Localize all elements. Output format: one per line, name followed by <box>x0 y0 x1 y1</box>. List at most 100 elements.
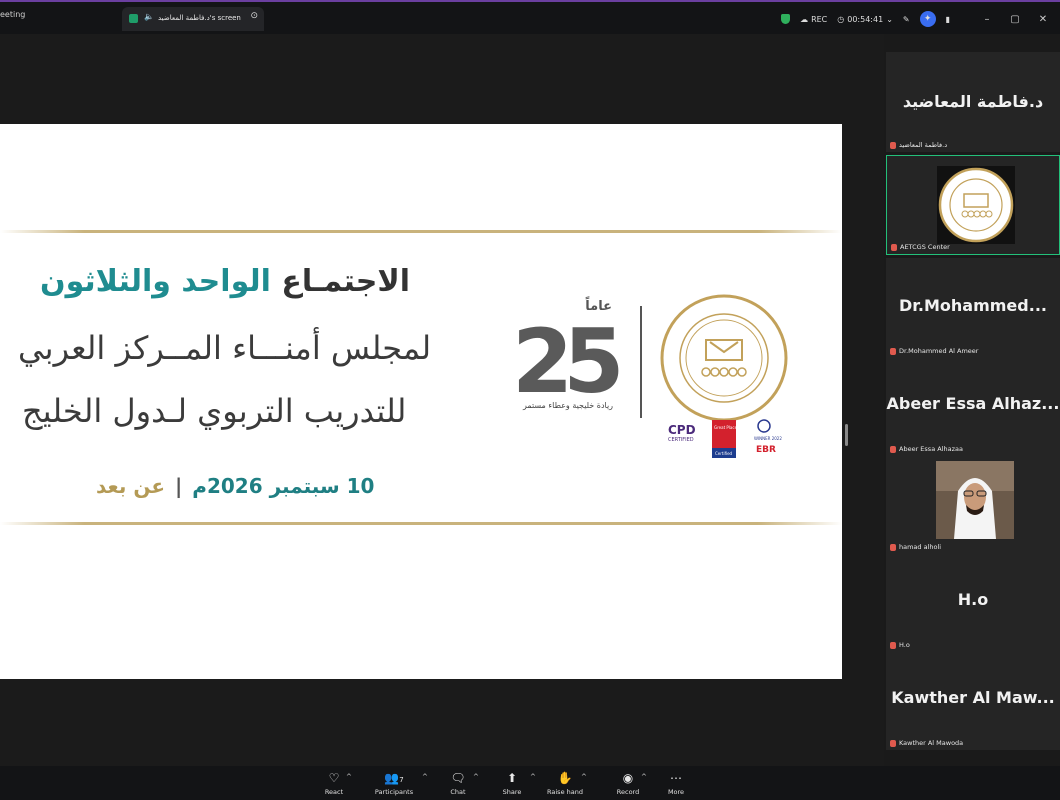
share-icon: ⬆ <box>506 771 518 785</box>
participant-display-name: Abeer Essa Alhaz... <box>886 394 1060 413</box>
resize-handle[interactable] <box>845 424 848 446</box>
participant-gallery: د.فاطمة المعاضيد د.فاطمة المعاضيد AETCGS… <box>884 52 1060 764</box>
slide-title: الاجتمـاع الواحد والثلاثون <box>40 264 410 299</box>
shield-icon[interactable] <box>781 14 791 24</box>
participant-name-tag: Abeer Essa Alhazaa <box>890 445 963 453</box>
record-label: Record <box>616 788 640 796</box>
share-label: Share <box>502 788 522 796</box>
top-divider <box>0 230 842 233</box>
react-button[interactable]: ♡ React <box>304 770 364 796</box>
participant-display-name: H.o <box>957 590 989 609</box>
participant-tile-active[interactable]: AETCGS Center <box>886 155 1060 255</box>
app-icon <box>129 14 138 23</box>
certification-badges: CPD CERTIFIED Great Place To Work. Certi… <box>668 419 782 458</box>
rec-label: REC <box>811 14 828 24</box>
muted-mic-icon <box>890 641 896 649</box>
clock-icon: ◷ <box>837 14 845 24</box>
remote-label: عن بعد <box>96 474 165 498</box>
center-seal-logo <box>660 294 788 422</box>
participant-display-name: د.فاطمة المعاضيد <box>902 92 1044 111</box>
minimize-button[interactable]: – <box>978 14 996 25</box>
participant-tag-label: hamad alholi <box>899 543 942 551</box>
close-button[interactable]: ✕ <box>1034 14 1052 25</box>
tools-icon[interactable]: ✎ <box>903 15 910 24</box>
participant-tile[interactable]: Kawther Al Maw... Kawther Al Mawoda <box>886 650 1060 750</box>
participants-button[interactable]: 👥7 Participants <box>364 770 424 796</box>
ebr-badge: EBR <box>756 445 776 455</box>
participant-tag-label: H.o <box>899 641 910 649</box>
raise-hand-chevron-icon[interactable]: ^ <box>581 773 587 781</box>
participant-video <box>937 166 1015 244</box>
cpd-badge-sub: CERTIFIED <box>668 437 694 443</box>
more-label: More <box>667 788 685 796</box>
title-bar: eeting 🔈 د.فاطمة المعاضيد's screen ⊙ ☁ RE… <box>0 0 1060 34</box>
record-icon: ◉ <box>622 771 634 785</box>
more-options-icon[interactable]: ⊙ <box>250 11 258 21</box>
participant-tile[interactable]: د.فاطمة المعاضيد د.فاطمة المعاضيد <box>886 52 1060 152</box>
winner-badge: WINNER 2022 <box>754 436 782 441</box>
recording-indicator[interactable]: ☁ REC <box>800 15 827 24</box>
muted-mic-icon <box>891 243 897 251</box>
muted-mic-icon <box>890 543 896 551</box>
participant-tag-label: AETCGS Center <box>900 243 950 251</box>
participant-name-tag: Dr.Mohammed Al Ameer <box>890 347 978 355</box>
participant-name-tag: AETCGS Center <box>891 243 950 251</box>
cpd-badge: CPD <box>668 423 696 437</box>
presentation-slide: الاجتمـاع الواحد والثلاثون لمجلس أمنـــا… <box>0 124 842 679</box>
hand-icon: ✋ <box>557 771 573 785</box>
title-part1: الاجتمـاع <box>281 264 411 299</box>
chat-chevron-icon[interactable]: ^ <box>473 773 479 781</box>
meeting-date: 10 سبتمبر 2026م <box>192 474 375 498</box>
shared-screen-area: الاجتمـاع الواحد والثلاثون لمجلس أمنـــا… <box>0 34 884 766</box>
participant-video <box>936 461 1014 539</box>
meeting-timer[interactable]: ◷ 00:54:41 ⌄ <box>837 15 893 24</box>
logo-divider <box>640 306 642 418</box>
chat-label: Chat <box>450 788 466 796</box>
layout-icon[interactable]: ▮ <box>946 15 950 24</box>
muted-mic-icon <box>890 739 896 747</box>
screen-share-tab[interactable]: 🔈 د.فاطمة المعاضيد's screen ⊙ <box>122 7 264 31</box>
maximize-button[interactable]: ▢ <box>1006 14 1024 25</box>
participant-tag-label: Dr.Mohammed Al Ameer <box>899 347 979 355</box>
participant-display-name: Kawther Al Maw... <box>891 688 1055 707</box>
slide-date-line: 10 سبتمبر 2026م | عن بعد <box>96 474 374 498</box>
slide-line3: للتدريب التربوي لـدول الخليج <box>22 392 407 430</box>
date-separator: | <box>174 474 183 498</box>
more-icon: ⋯ <box>670 771 682 785</box>
winner-badge-emblem <box>757 419 771 433</box>
slide-line2: لمجلس أمنـــاء المــركز العربي <box>18 329 432 367</box>
meeting-tab[interactable]: eeting <box>0 10 25 19</box>
chat-button[interactable]: 🗨 Chat <box>428 770 488 796</box>
more-button[interactable]: ⋯ More <box>646 770 706 796</box>
participants-icon: 👥7 <box>384 771 404 785</box>
anniversary-logo: عاماً 25 ريادة خليجية وعطاء مستمر <box>512 296 628 412</box>
ai-companion-icon[interactable]: ✦ <box>919 11 936 27</box>
participants-label: Participants <box>374 788 414 796</box>
anniversary-number: 25 <box>512 310 619 412</box>
participant-display-name: Dr.Mohammed... <box>899 296 1047 315</box>
cloud-icon: ☁ <box>800 14 809 24</box>
participants-count: 7 <box>399 776 404 784</box>
chat-icon: 🗨 <box>450 771 466 785</box>
participant-tag-label: Kawther Al Mawoda <box>899 739 964 747</box>
participant-tile[interactable]: Dr.Mohammed... Dr.Mohammed Al Ameer <box>886 258 1060 358</box>
muted-mic-icon <box>890 445 896 453</box>
participant-tile[interactable]: Abeer Essa Alhaz... Abeer Essa Alhazaa <box>886 356 1060 456</box>
participant-tile[interactable]: hamad alholi <box>886 454 1060 554</box>
chevron-down-icon: ⌄ <box>886 14 893 24</box>
title-highlight: الواحد والثلاثون <box>40 264 271 299</box>
meeting-toolbar: ♡ React ^ 👥7 Participants ^ 🗨 Chat ^ ⬆ S… <box>0 766 1060 800</box>
muted-mic-icon <box>890 141 896 149</box>
react-chevron-icon[interactable]: ^ <box>346 773 352 781</box>
participant-name-tag: د.فاطمة المعاضيد <box>890 141 947 149</box>
participant-tag-label: Abeer Essa Alhazaa <box>899 445 963 453</box>
bottom-divider <box>0 522 842 525</box>
participant-name-tag: Kawther Al Mawoda <box>890 739 963 747</box>
participant-tile[interactable]: H.o H.o <box>886 552 1060 652</box>
participant-tag-label: د.فاطمة المعاضيد <box>899 141 948 149</box>
participants-chevron-icon[interactable]: ^ <box>422 773 428 781</box>
raise-hand-label: Raise hand <box>547 788 583 796</box>
speaker-icon[interactable]: 🔈 <box>144 12 154 21</box>
react-label: React <box>324 788 344 796</box>
muted-mic-icon <box>890 347 896 355</box>
